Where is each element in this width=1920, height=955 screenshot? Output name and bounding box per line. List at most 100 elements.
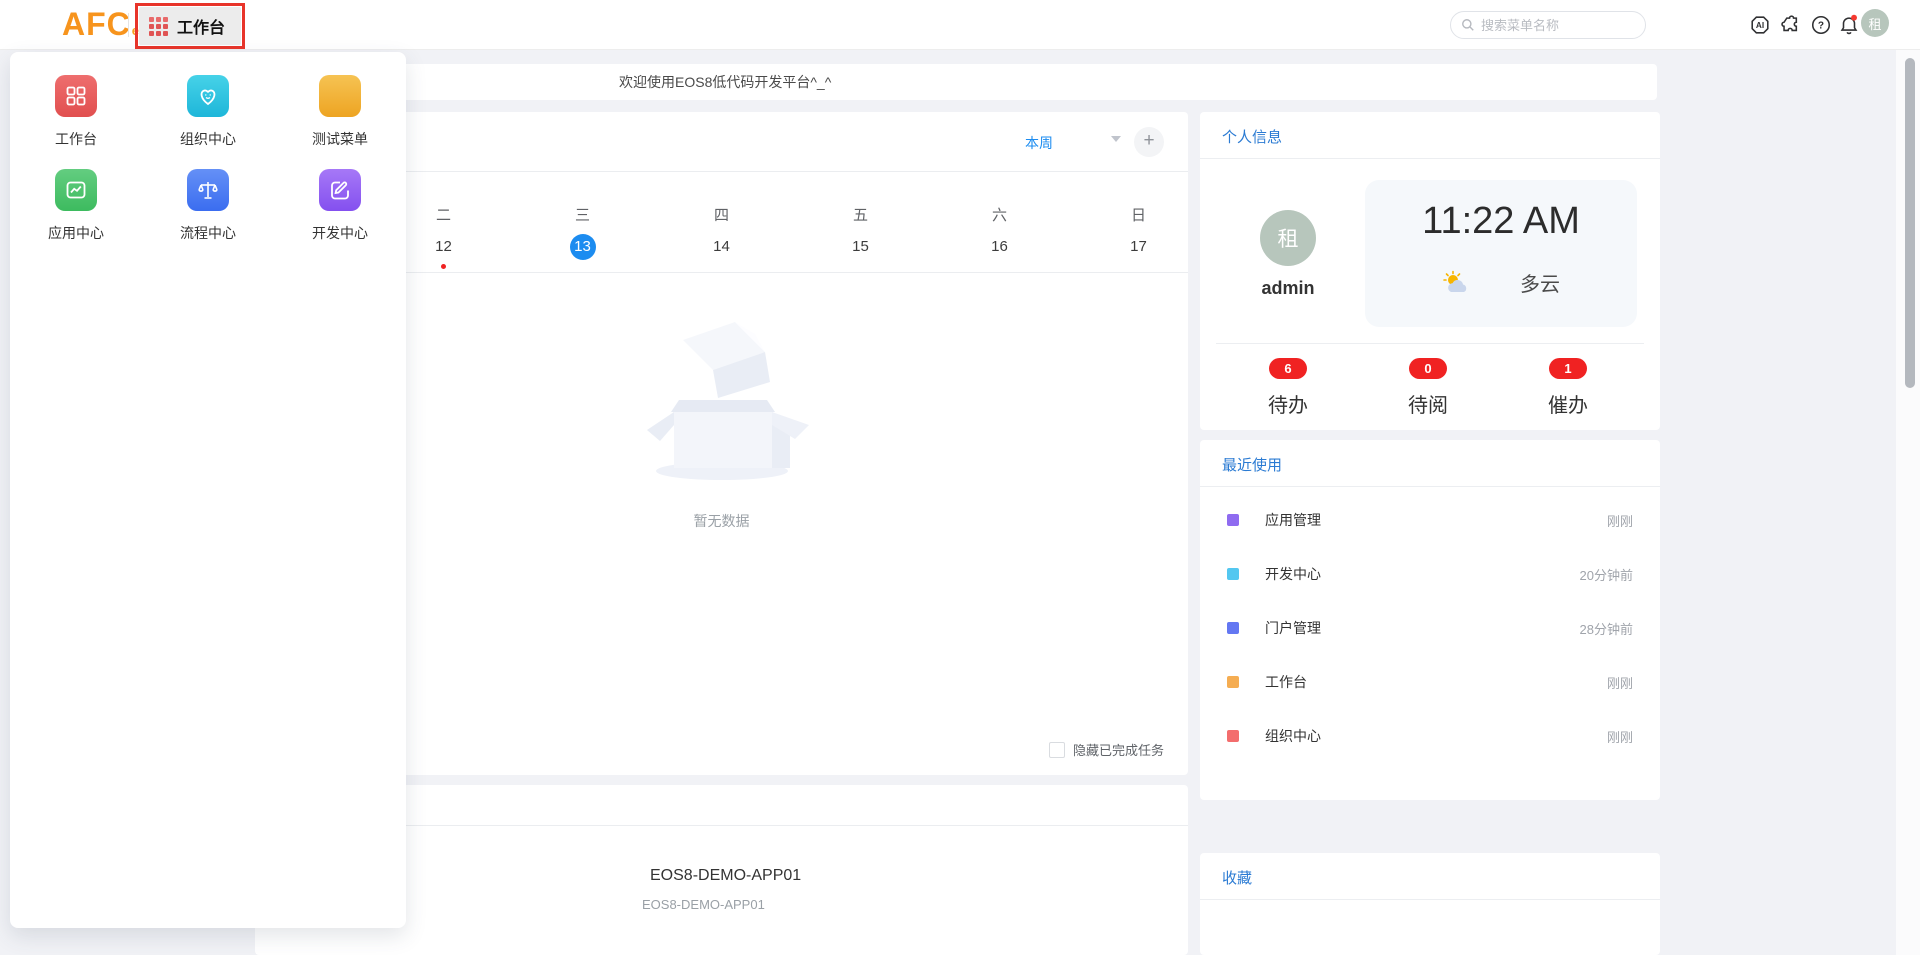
recent-item-app-management[interactable]: 应用管理 刚刚 xyxy=(1227,493,1633,547)
svg-text:?: ? xyxy=(1818,21,1824,32)
hide-completed-row: 隐藏已完成任务 xyxy=(1049,740,1164,759)
greeting-bar: 欢迎使用EOS8低代码开发平台^_^ xyxy=(255,64,1657,100)
app-menu-label: 流程中心 xyxy=(180,223,236,243)
weekday-label: 四 xyxy=(652,204,791,225)
app-list-item-name[interactable]: EOS8-DEMO-APP01 xyxy=(650,867,801,885)
org-center-tile-icon xyxy=(187,75,229,117)
top-header: AFCenter 工作台 AI ? 租 xyxy=(0,0,1920,50)
week-range-dropdown[interactable]: 本周 xyxy=(1025,133,1053,153)
todo-count-badge: 6 xyxy=(1269,358,1307,379)
app-grid-icon xyxy=(149,17,168,36)
app-menu-label: 测试菜单 xyxy=(312,129,368,149)
empty-box-illustration xyxy=(617,308,827,498)
stat-todo[interactable]: 6 待办 xyxy=(1218,358,1358,418)
menu-search-box[interactable] xyxy=(1450,11,1646,39)
weather-label: 多云 xyxy=(1520,268,1560,297)
recent-item-time: 刚刚 xyxy=(1607,727,1633,746)
recently-used-title: 最近使用 xyxy=(1222,454,1282,475)
app-menu-label: 组织中心 xyxy=(180,129,236,149)
favorites-card: 收藏 xyxy=(1200,853,1660,955)
workbench-tile-icon xyxy=(55,75,97,117)
add-event-button[interactable]: + xyxy=(1134,127,1164,157)
weather-row: 多云 xyxy=(1365,268,1637,297)
svg-text:AI: AI xyxy=(1756,21,1764,30)
date-label: 15 xyxy=(791,234,930,260)
clock-time: 11:22 AM xyxy=(1365,200,1637,243)
date-label: 14 xyxy=(652,234,791,260)
recent-item-org-center[interactable]: 组织中心 刚刚 xyxy=(1227,709,1633,763)
todo-label: 待办 xyxy=(1218,389,1358,418)
workbench-label: 工作台 xyxy=(177,14,225,38)
app-menu-item-test-menu[interactable]: 测试菜单 xyxy=(274,75,406,149)
profile-divider xyxy=(1216,343,1644,344)
app-menu-item-org-center[interactable]: 组织中心 xyxy=(142,75,274,149)
recent-item-label: 工作台 xyxy=(1265,672,1307,692)
to-read-label: 待阅 xyxy=(1358,389,1498,418)
app-menu-label: 工作台 xyxy=(55,129,97,149)
recent-item-time: 刚刚 xyxy=(1607,511,1633,530)
weekday-label: 六 xyxy=(930,204,1069,225)
notification-bell-icon[interactable] xyxy=(1838,14,1860,36)
favorites-title: 收藏 xyxy=(1222,867,1252,888)
app-menu-label: 开发中心 xyxy=(312,223,368,243)
help-icon[interactable]: ? xyxy=(1810,14,1832,36)
app-color-square xyxy=(1227,514,1239,526)
stat-to-read[interactable]: 0 待阅 xyxy=(1358,358,1498,418)
profile-card: 个人信息 租 admin 11:22 AM 多云 6 待办 0 待阅 xyxy=(1200,112,1660,430)
recent-item-label: 应用管理 xyxy=(1265,510,1321,530)
day-cell-fri[interactable]: 五 15 xyxy=(791,204,930,269)
partly-cloudy-icon xyxy=(1442,270,1472,296)
recent-item-workbench[interactable]: 工作台 刚刚 xyxy=(1227,655,1633,709)
search-input[interactable] xyxy=(1481,18,1635,33)
recent-item-portal-management[interactable]: 门户管理 28分钟前 xyxy=(1227,601,1633,655)
ai-assistant-icon[interactable]: AI xyxy=(1749,14,1771,36)
app-menu-dropdown: 工作台 组织中心 测试菜单 应用中心 流程中心 xyxy=(10,52,406,928)
profile-card-title: 个人信息 xyxy=(1222,126,1282,147)
header-divider xyxy=(128,13,129,37)
day-cell-wed-selected[interactable]: 三 13 xyxy=(513,204,652,269)
date-label: 13 xyxy=(513,234,652,260)
app-list-item-code: EOS8-DEMO-APP01 xyxy=(642,897,765,912)
day-cell-sun[interactable]: 日 17 xyxy=(1069,204,1188,269)
recent-item-label: 组织中心 xyxy=(1265,726,1321,746)
workbench-menu-button[interactable]: 工作台 xyxy=(139,7,241,45)
logo-text: AFC xyxy=(62,6,131,42)
app-menu-item-dev-center[interactable]: 开发中心 xyxy=(274,169,406,243)
clock-weather-widget: 11:22 AM 多云 xyxy=(1365,180,1637,327)
app-color-square xyxy=(1227,622,1239,634)
hide-completed-checkbox[interactable] xyxy=(1049,742,1065,758)
process-center-tile-icon xyxy=(187,169,229,211)
day-cell-sat[interactable]: 六 16 xyxy=(930,204,1069,269)
profile-avatar[interactable]: 租 xyxy=(1260,210,1316,266)
app-menu-item-workbench[interactable]: 工作台 xyxy=(10,75,142,149)
recent-item-time: 刚刚 xyxy=(1607,673,1633,692)
weekday-label: 五 xyxy=(791,204,930,225)
chevron-down-icon[interactable] xyxy=(1111,136,1121,142)
app-center-tile-icon xyxy=(55,169,97,211)
profile-username: admin xyxy=(1228,278,1348,299)
user-avatar[interactable]: 租 xyxy=(1861,9,1889,37)
weekday-label: 日 xyxy=(1069,204,1188,225)
recent-item-time: 28分钟前 xyxy=(1580,619,1633,638)
recent-item-dev-center[interactable]: 开发中心 20分钟前 xyxy=(1227,547,1633,601)
app-menu-item-process-center[interactable]: 流程中心 xyxy=(142,169,274,243)
recent-item-label: 开发中心 xyxy=(1265,564,1321,584)
plugin-puzzle-icon[interactable] xyxy=(1779,14,1801,36)
app-color-square xyxy=(1227,676,1239,688)
card-divider xyxy=(1200,486,1660,487)
scrollbar-thumb[interactable] xyxy=(1905,58,1915,388)
app-menu-grid: 工作台 组织中心 测试菜单 应用中心 流程中心 xyxy=(10,75,406,243)
greeting-text: 欢迎使用EOS8低代码开发平台^_^ xyxy=(619,64,831,100)
app-color-square xyxy=(1227,568,1239,580)
profile-stats-row: 6 待办 0 待阅 1 催办 xyxy=(1218,358,1638,418)
day-cell-thu[interactable]: 四 14 xyxy=(652,204,791,269)
event-dot xyxy=(441,264,446,269)
card-divider xyxy=(1200,158,1660,159)
urge-label: 催办 xyxy=(1498,389,1638,418)
app-menu-item-app-center[interactable]: 应用中心 xyxy=(10,169,142,243)
dev-center-tile-icon xyxy=(319,169,361,211)
notification-dot xyxy=(1851,15,1857,21)
stat-urge[interactable]: 1 催办 xyxy=(1498,358,1638,418)
date-label: 17 xyxy=(1069,234,1188,260)
hide-completed-label: 隐藏已完成任务 xyxy=(1073,740,1164,759)
